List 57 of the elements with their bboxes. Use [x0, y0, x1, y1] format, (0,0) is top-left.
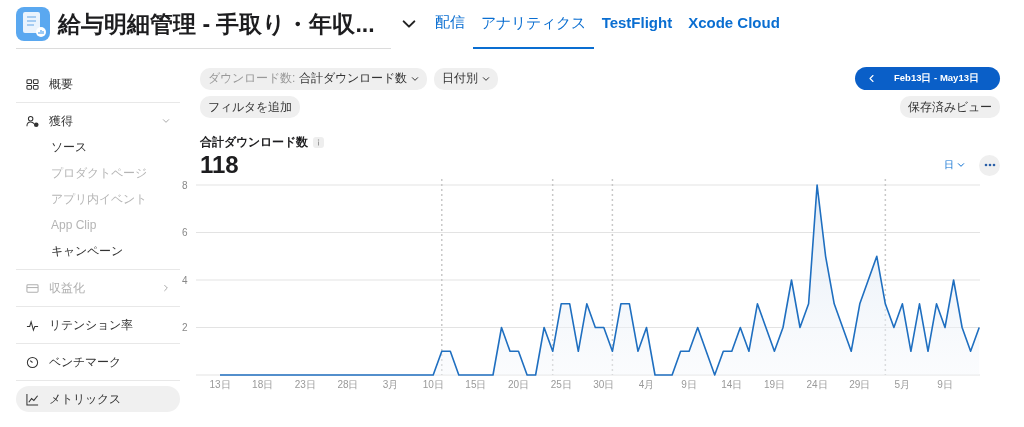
x-axis-label: 10日	[422, 379, 444, 390]
metric-title: 合計ダウンロード数	[200, 134, 308, 151]
filter-dropdown[interactable]: 日付別	[434, 67, 499, 90]
y-axis-label: 2	[182, 322, 188, 333]
x-axis-label: 29日	[849, 379, 871, 390]
x-axis-label: 19日	[763, 379, 785, 390]
sidebar-item[interactable]: 概要	[16, 71, 180, 97]
grid-icon	[26, 77, 39, 91]
sidebar-item[interactable]: メトリックス	[16, 386, 180, 412]
filter-dropdown[interactable]: ダウンロード数: 合計ダウンロード数	[200, 67, 428, 90]
chevron-right-icon	[162, 284, 170, 292]
x-axis-label: 5月	[894, 379, 911, 390]
chevron-down-icon	[957, 161, 965, 169]
date-range-button[interactable]: Feb13日 - May13日	[855, 67, 1000, 90]
x-axis-label: 13日	[209, 379, 231, 390]
x-axis-label: 24日	[806, 379, 828, 390]
person-icon	[26, 114, 39, 128]
sidebar-item[interactable]: ベンチマーク	[16, 349, 180, 375]
nav-tab[interactable]: アナリティクス	[472, 0, 594, 49]
x-axis-label: 30日	[593, 379, 615, 390]
x-axis-label: 15日	[465, 379, 487, 390]
more-button[interactable]	[979, 154, 1000, 176]
x-axis-label: 3月	[382, 379, 399, 390]
ellipsis-icon	[983, 163, 996, 167]
chevron-down-icon	[482, 74, 491, 83]
y-axis-label: 6	[182, 227, 188, 238]
saved-views-button[interactable]: 保存済みビュー	[900, 96, 1000, 118]
nav-tab[interactable]: Xcode Cloud	[680, 0, 788, 47]
app-title: 給与明細管理 - 手取り・年収...	[58, 9, 375, 39]
sidebar-subitem[interactable]: ソース	[16, 134, 180, 160]
card-icon	[26, 281, 39, 295]
chevron-down-icon	[162, 117, 170, 125]
x-axis-label: 9日	[937, 379, 953, 390]
y-axis-label: 8	[182, 179, 188, 191]
y-axis-label: 4	[182, 274, 188, 286]
x-axis-label: 14日	[721, 379, 743, 390]
nav-tab[interactable]: 配信	[426, 0, 473, 47]
x-axis-label: 9日	[681, 379, 697, 390]
app-icon	[16, 7, 50, 41]
pulse-icon	[26, 318, 39, 332]
x-axis-label: 28日	[337, 379, 359, 390]
x-axis-label: 25日	[550, 379, 572, 390]
gauge-icon	[26, 355, 39, 369]
x-axis-label: 20日	[508, 379, 530, 390]
sidebar-subitem[interactable]: キャンペーン	[16, 238, 180, 264]
nav-tab[interactable]: TestFlight	[593, 0, 681, 47]
add-filter-button[interactable]: フィルタを追加	[200, 96, 300, 118]
x-axis-label: 4月	[638, 379, 655, 390]
chevron-down-icon	[411, 74, 420, 83]
metric-value: 118	[200, 151, 239, 179]
sidebar-item[interactable]: リテンション率	[16, 312, 180, 338]
interval-dropdown[interactable]: 日	[938, 157, 971, 173]
line-chart-icon	[26, 392, 39, 406]
x-axis-label: 23日	[294, 379, 316, 390]
sidebar-item[interactable]: 獲得	[16, 108, 180, 134]
chevron-left-icon	[867, 74, 876, 83]
x-axis-label: 18日	[252, 379, 274, 390]
